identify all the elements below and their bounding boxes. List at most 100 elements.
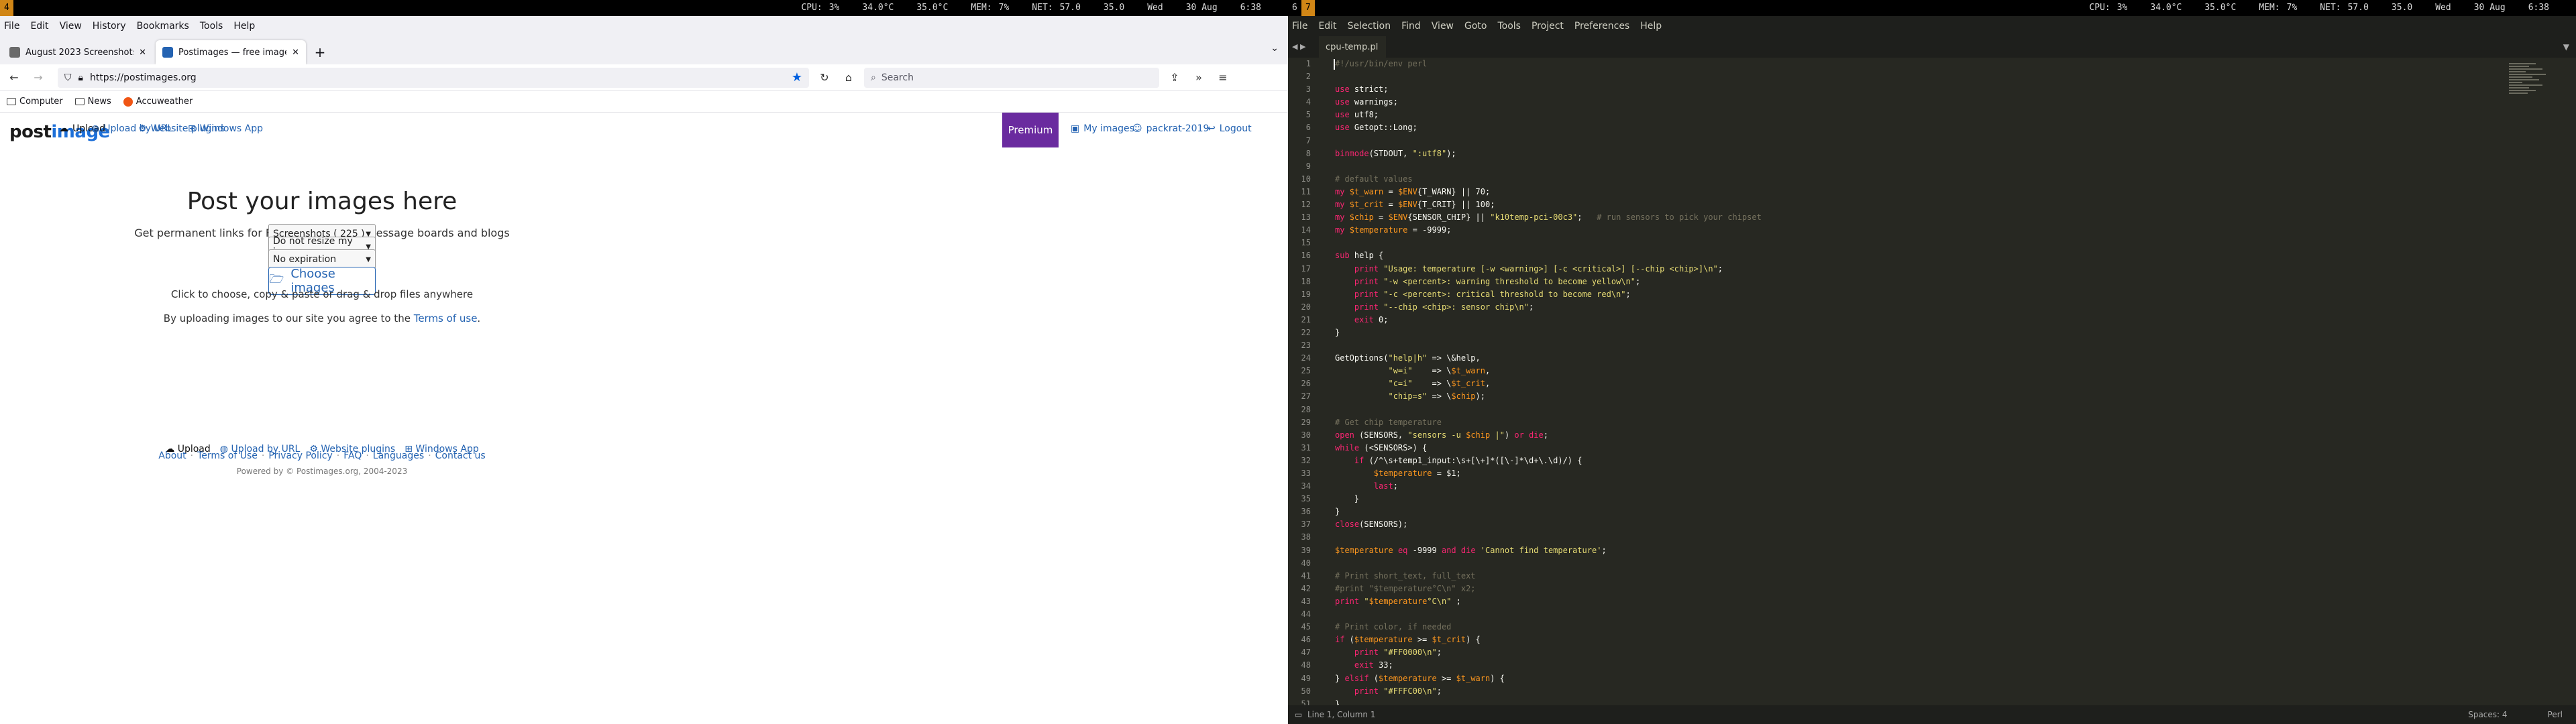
code-line[interactable]: }	[1335, 505, 2529, 518]
home-button[interactable]: ⌂	[840, 69, 857, 86]
nav-user[interactable]: ☺ packrat-2019	[1132, 123, 1209, 134]
code-line[interactable]	[1335, 404, 2529, 416]
workspace-button[interactable]: 4	[0, 0, 13, 16]
lock-icon[interactable]: 🔒︎	[78, 72, 83, 83]
code-line[interactable]: } elsif ($temperature >= $t_warn) {	[1335, 672, 2529, 685]
url-text[interactable]: https://postimages.org	[90, 72, 785, 83]
code-line[interactable]: # Get chip temperature	[1335, 416, 2529, 429]
pocket-icon[interactable]: ⇪	[1166, 69, 1183, 86]
footer-contact[interactable]: Contact us	[435, 450, 486, 461]
code-line[interactable]: $temperature = $1;	[1335, 467, 2529, 480]
code-line[interactable]: use strict;	[1335, 83, 2529, 96]
menu-item[interactable]: File	[1292, 21, 1307, 32]
bookmark-star-icon[interactable]: ★	[792, 70, 802, 84]
code-line[interactable]: GetOptions("help|h" => \&help,	[1335, 352, 2529, 365]
code-line[interactable]: if ($temperature >= $t_crit) {	[1335, 634, 2529, 646]
code-line[interactable]: while (<SENSORS>) {	[1335, 442, 2529, 455]
tab-nav-arrows-icon[interactable]: ◀ ▶	[1292, 36, 1305, 58]
code-line[interactable]: sub help {	[1335, 249, 2529, 262]
code-line[interactable]	[1335, 237, 2529, 249]
menu-item[interactable]: Bookmarks	[137, 21, 189, 32]
menu-item[interactable]: Find	[1401, 21, 1421, 32]
code-line[interactable]: "chip=s" => \$chip);	[1335, 390, 2529, 403]
code-line[interactable]: "c=i" => \$t_crit,	[1335, 377, 2529, 390]
code-line[interactable]: use utf8;	[1335, 109, 2529, 121]
code-line[interactable]: print "$temperature°C\n" ;	[1335, 595, 2529, 608]
code-line[interactable]: my $chip = $ENV{SENSOR_CHIP} || "k10temp…	[1335, 211, 2529, 224]
code-line[interactable]: exit 0;	[1335, 314, 2529, 326]
overflow-chevron-icon[interactable]: »	[1190, 69, 1208, 86]
menu-item[interactable]: View	[60, 21, 82, 32]
close-icon[interactable]: ✕	[139, 48, 146, 58]
code-line[interactable]: last;	[1335, 480, 2529, 493]
code-line[interactable]: print "#FF0000\n";	[1335, 646, 2529, 659]
code-line[interactable]: use Getopt::Long;	[1335, 121, 2529, 134]
code-line[interactable]: print "#FFFC00\n";	[1335, 685, 2529, 698]
menu-item[interactable]: Selection	[1348, 21, 1391, 32]
code-line[interactable]: close(SENSORS);	[1335, 518, 2529, 531]
code-line[interactable]: "w=i" => \$t_warn,	[1335, 365, 2529, 377]
code-line[interactable]	[1335, 160, 2529, 173]
menu-item[interactable]: Edit	[30, 21, 48, 32]
footer-about[interactable]: About	[158, 450, 186, 461]
menu-item[interactable]: Help	[233, 21, 255, 32]
footer-privacy[interactable]: Privacy Policy	[268, 450, 332, 461]
code-line[interactable]: #print "$temperature°C\n" x2;	[1335, 583, 2529, 595]
code-line[interactable]: # default values	[1335, 173, 2529, 186]
menu-item[interactable]: File	[4, 21, 19, 32]
chevron-down-icon[interactable]: ▼	[2563, 36, 2569, 58]
menu-item[interactable]: Edit	[1318, 21, 1336, 32]
nav-logout[interactable]: ↩ Logout	[1208, 123, 1252, 134]
menu-item[interactable]: Preferences	[1574, 21, 1629, 32]
search-input[interactable]: ⌕ Search	[864, 67, 1159, 88]
bookmark-news[interactable]: News	[74, 97, 111, 107]
menu-item[interactable]: Help	[1640, 21, 1662, 32]
hamburger-menu-icon[interactable]: ≡	[1214, 69, 1232, 86]
menu-item[interactable]: History	[93, 21, 126, 32]
code-line[interactable]: exit 33;	[1335, 659, 2529, 672]
code-line[interactable]: }	[1335, 493, 2529, 505]
code-line[interactable]: #!/usr/bin/env perl	[1335, 58, 2529, 70]
code-line[interactable]: my $t_warn = $ENV{T_WARN} || 70;	[1335, 186, 2529, 198]
code-line[interactable]: # Print short_text, full_text	[1335, 570, 2529, 583]
syntax-setting[interactable]: Perl	[2548, 710, 2563, 719]
minimap[interactable]	[2509, 63, 2549, 117]
tab-cpu-temp[interactable]: cpu-temp.pl	[1319, 36, 1386, 58]
code-content[interactable]: #!/usr/bin/env perl use strict; use warnin…	[1335, 58, 2529, 705]
code-line[interactable]: if (/^\s+temp1_input:\s+[\+]*([\-]*\d+\.…	[1335, 455, 2529, 467]
tab-postimages[interactable]: Postimages — free image ✕	[156, 40, 306, 64]
code-line[interactable]: use warnings;	[1335, 96, 2529, 109]
code-line[interactable]	[1335, 557, 2529, 570]
chevron-down-icon[interactable]: ⌄	[1271, 43, 1279, 54]
code-line[interactable]: binmode(STDOUT, ":utf8");	[1335, 147, 2529, 160]
code-line[interactable]	[1335, 339, 2529, 352]
tab-screenshots[interactable]: August 2023 Screenshots ✕	[3, 40, 153, 64]
code-line[interactable]: # Print color, if needed	[1335, 621, 2529, 634]
menu-item[interactable]: Goto	[1464, 21, 1487, 32]
code-line[interactable]	[1335, 135, 2529, 147]
url-bar[interactable]: ⛉ 🔒︎ https://postimages.org ★	[58, 67, 809, 88]
code-line[interactable]	[1335, 70, 2529, 83]
code-line[interactable]: print "-c <percent>: critical threshold …	[1335, 288, 2529, 301]
premium-button[interactable]: Premium	[1002, 113, 1059, 147]
workspace-button[interactable]: 6	[1288, 0, 1301, 16]
forward-button[interactable]: →	[30, 69, 47, 86]
menu-item[interactable]: Project	[1532, 21, 1564, 32]
menu-item[interactable]: Tools	[200, 21, 223, 32]
panel-toggle-icon[interactable]: ▭	[1295, 710, 1302, 719]
footer-languages[interactable]: Languages	[373, 450, 424, 461]
reload-button[interactable]: ↻	[816, 69, 833, 86]
code-line[interactable]: print "Usage: temperature [-w <warning>]…	[1335, 263, 2529, 276]
new-tab-button[interactable]: +	[310, 40, 330, 64]
bookmark-computer[interactable]: Computer	[7, 97, 63, 107]
footer-faq[interactable]: FAQ	[343, 450, 362, 461]
code-line[interactable]: print "--chip <chip>: sensor chip\n";	[1335, 301, 2529, 314]
code-line[interactable]: }	[1335, 698, 2529, 705]
menu-item[interactable]: Tools	[1497, 21, 1521, 32]
bookmark-accuweather[interactable]: Accuweather	[123, 97, 193, 107]
shield-icon[interactable]: ⛉	[64, 72, 72, 83]
code-line[interactable]: }	[1335, 326, 2529, 339]
code-editor[interactable]: 1 2 3 4 5 6 7 8 9 10 11 12 13 14 15 16 17 18 19 20 21 22 23 24 2…	[1288, 58, 2576, 705]
terms-link[interactable]: Terms of use	[414, 312, 478, 324]
nav-my-images[interactable]: ▣ My images	[1071, 123, 1134, 134]
